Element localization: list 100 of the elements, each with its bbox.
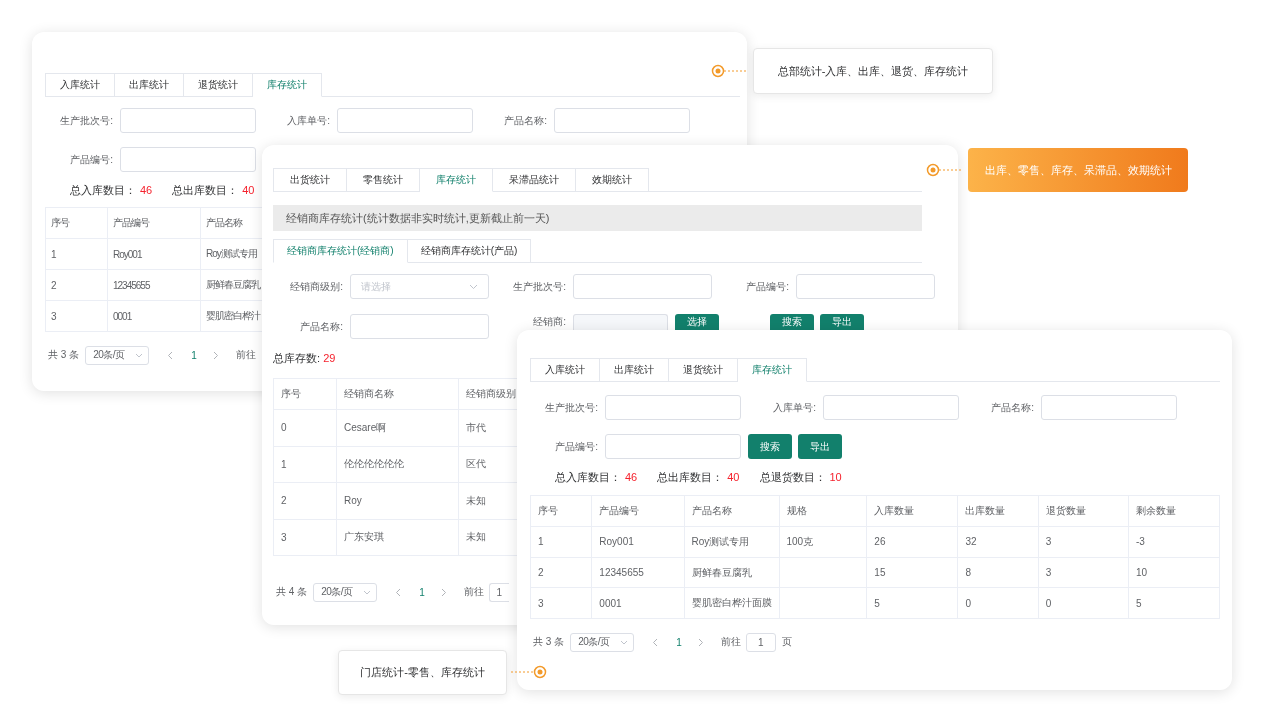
column-header: 出库数量 — [957, 495, 1039, 527]
table-cell: 广东安琪 — [336, 519, 459, 556]
table-cell: 5 — [1128, 587, 1220, 619]
page-size-select[interactable]: 20条/页 — [85, 345, 150, 365]
input-field[interactable] — [337, 108, 473, 133]
tab[interactable]: 库存统计 — [253, 73, 322, 97]
table-cell: 3 — [1038, 526, 1129, 558]
page-suffix: 页 — [781, 635, 792, 650]
table-cell: Roy001 — [107, 238, 201, 270]
table-cell: 10 — [1128, 557, 1220, 588]
column-header: 产品编号 — [107, 207, 201, 239]
table-cell: 12345655 — [591, 557, 684, 588]
page-number[interactable]: 1 — [419, 586, 425, 598]
field-label: 产品名称: — [299, 319, 343, 334]
total-value: 46 — [140, 183, 153, 196]
table-cell: 26 — [866, 526, 958, 558]
table-cell: Roy测试专用 — [684, 526, 779, 558]
table-cell: 3 — [273, 519, 337, 556]
input-field[interactable] — [605, 395, 741, 420]
next-icon[interactable] — [440, 587, 447, 597]
field-label: 入库单号: — [772, 400, 816, 415]
field-label: 经销商: — [532, 315, 566, 329]
column-header: 序号 — [273, 378, 337, 410]
input-field[interactable] — [573, 274, 712, 299]
goto-label: 前往 — [720, 635, 741, 650]
total-label: 总退货数目： — [759, 470, 826, 483]
input-field[interactable] — [823, 395, 959, 420]
next-icon[interactable] — [697, 637, 704, 647]
tab[interactable]: 退货统计 — [184, 73, 253, 97]
previous-icon[interactable] — [167, 350, 174, 360]
select-button[interactable]: 选择 — [675, 314, 719, 330]
total-label: 总出库数目： — [172, 183, 239, 196]
previous-icon[interactable] — [395, 587, 402, 597]
tab[interactable]: 零售统计 — [347, 168, 420, 192]
callout: 总部统计-入库、出库、退货、库存统计 — [753, 48, 993, 94]
input-field[interactable] — [573, 314, 668, 330]
tab[interactable]: 出货统计 — [273, 168, 347, 192]
table-cell: 15 — [866, 557, 958, 588]
page-input[interactable]: 1 — [745, 632, 776, 652]
tab[interactable]: 出库统计 — [600, 358, 669, 382]
column-header: 序号 — [45, 207, 108, 239]
table-cell: 0 — [273, 409, 337, 446]
action-button[interactable]: 搜索 — [770, 314, 814, 330]
table-cell: 2 — [530, 557, 592, 588]
column-header: 规格 — [779, 495, 867, 527]
input-field[interactable] — [796, 274, 935, 299]
input-field[interactable] — [554, 108, 690, 133]
page-number[interactable]: 1 — [191, 349, 197, 361]
caret-icon — [135, 352, 144, 358]
field-label: 生产批次号: — [512, 279, 566, 294]
total-value: 46 — [625, 470, 638, 483]
page-input[interactable]: 1 — [488, 582, 509, 602]
goto-label: 前往 — [463, 585, 484, 599]
field-label: 入库单号: — [286, 113, 330, 128]
table-cell: 3 — [1038, 557, 1129, 588]
total-count: 共 4 条 — [276, 585, 308, 599]
table-cell: Roy001 — [591, 526, 684, 558]
total-label: 总库存数: — [273, 351, 322, 364]
previous-icon[interactable] — [652, 637, 659, 647]
total-count: 共 3 条 — [533, 635, 565, 650]
input-field[interactable] — [120, 147, 256, 172]
tab[interactable]: 退货统计 — [669, 358, 738, 382]
action-button[interactable]: 搜索 — [748, 434, 792, 459]
table-cell: 0001 — [591, 587, 684, 619]
column-header: 入库数量 — [866, 495, 958, 527]
tab[interactable]: 经销商库存统计(经销商) — [273, 239, 408, 263]
action-button[interactable]: 导出 — [798, 434, 842, 459]
next-icon[interactable] — [212, 350, 219, 360]
table-cell: 0 — [1038, 587, 1129, 619]
caret-icon — [363, 589, 372, 595]
tab[interactable]: 库存统计 — [738, 358, 807, 382]
tab[interactable]: 入库统计 — [45, 73, 115, 97]
action-button[interactable]: 导出 — [820, 314, 864, 330]
table-cell: 3 — [45, 300, 108, 332]
input-field[interactable] — [120, 108, 256, 133]
input-field[interactable] — [350, 314, 489, 339]
table-cell: 2 — [45, 269, 108, 301]
tab[interactable]: 入库统计 — [530, 358, 600, 382]
callout: 出库、零售、库存、呆滞品、效期统计 — [968, 148, 1188, 192]
tab[interactable]: 效期统计 — [576, 168, 649, 192]
caret-icon — [469, 283, 478, 290]
field-label: 经销商级别: — [289, 279, 343, 294]
input-field[interactable] — [1041, 395, 1177, 420]
page-size-select[interactable]: 20条/页 — [570, 632, 635, 652]
field-label: 产品名称: — [990, 400, 1034, 415]
tab[interactable]: 经销商库存统计(产品) — [407, 239, 532, 263]
page-number[interactable]: 1 — [676, 636, 682, 648]
table-cell: 0 — [957, 587, 1039, 619]
tab[interactable]: 库存统计 — [420, 168, 493, 192]
page-size-select[interactable]: 20条/页 — [313, 582, 378, 602]
table-cell: 伦伦伦伦伦伦 — [336, 446, 459, 483]
table-cell: 32 — [957, 526, 1039, 558]
column-header: 剩余数量 — [1128, 495, 1220, 527]
field-label: 生产批次号: — [59, 113, 113, 128]
tab[interactable]: 出库统计 — [115, 73, 184, 97]
input-field[interactable] — [605, 434, 741, 459]
tab[interactable]: 呆滞品统计 — [493, 168, 576, 192]
caret-icon — [620, 639, 629, 645]
table-cell: 1 — [530, 526, 592, 558]
column-header: 退货数量 — [1038, 495, 1129, 527]
